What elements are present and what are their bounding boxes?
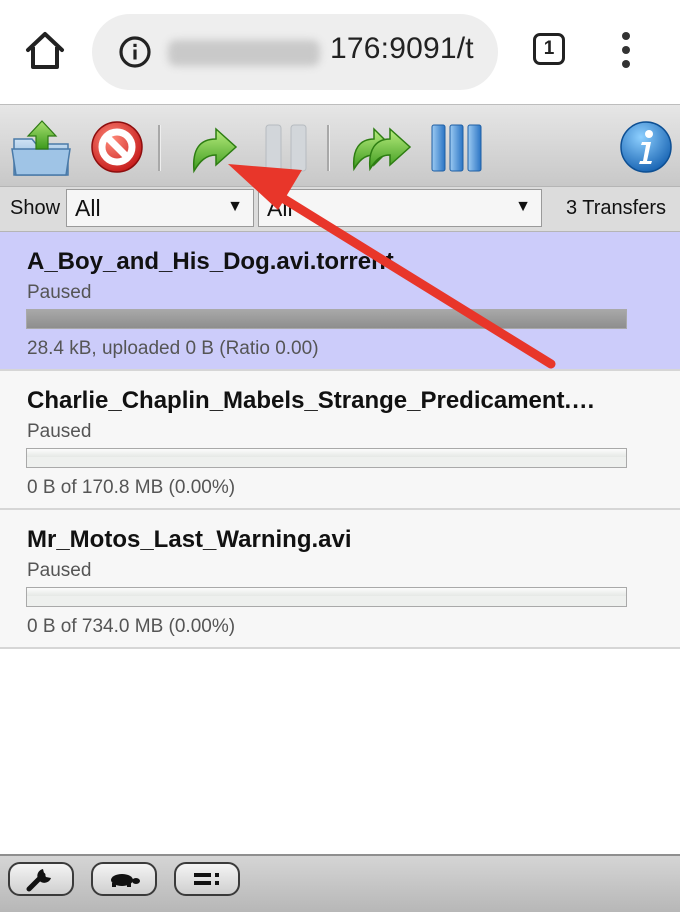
home-icon[interactable]: [22, 28, 68, 74]
compact-view-icon: [194, 873, 219, 885]
tracker-filter-value: All: [267, 195, 293, 221]
torrent-row[interactable]: Charlie_Chaplin_Mabels_Strange_Predicame…: [0, 371, 680, 510]
settings-button[interactable]: [8, 862, 74, 896]
torrent-status: Paused: [27, 560, 92, 581]
torrent-name: A_Boy_and_His_Dog.avi.torrent: [27, 248, 394, 275]
pause-icon[interactable]: [262, 119, 312, 175]
address-bar[interactable]: 176:9091/t: [92, 14, 498, 90]
torrent-progress-details: 28.4 kB, uploaded 0 B (Ratio 0.00): [27, 338, 319, 359]
settings-wrench-icon: [26, 869, 51, 892]
resume-all-icon[interactable]: [348, 119, 414, 175]
pause-all-icon[interactable]: [428, 119, 486, 175]
toolbar-separator: [158, 125, 161, 171]
progress-bar: [26, 448, 627, 468]
progress-fill: [27, 310, 626, 328]
turtle-speed-icon: [111, 874, 140, 887]
filter-bar: Show All ▼ All ▼ 3 Transfers: [0, 186, 680, 232]
status-filter-value: All: [75, 195, 101, 221]
browser-top-bar: 176:9091/t 1: [0, 0, 680, 104]
progress-bar: [26, 309, 627, 329]
tab-switcher-button[interactable]: 1: [533, 33, 565, 65]
dropdown-caret-icon: ▼: [227, 198, 243, 215]
torrent-name: Mr_Motos_Last_Warning.avi: [27, 526, 352, 553]
show-label: Show: [10, 197, 61, 219]
more-vert-icon[interactable]: [613, 32, 639, 72]
compact-view-button[interactable]: [174, 862, 240, 896]
torrent-status: Paused: [27, 421, 92, 442]
torrent-name: Charlie_Chaplin_Mabels_Strange_Predicame…: [27, 387, 596, 414]
torrent-progress-details: 0 B of 734.0 MB (0.00%): [27, 616, 236, 637]
info-icon[interactable]: [118, 35, 152, 69]
inspector-icon[interactable]: [618, 119, 674, 175]
remove-torrent-icon[interactable]: [90, 119, 144, 175]
torrent-list: A_Boy_and_His_Dog.avi.torrent Paused 28.…: [0, 232, 680, 649]
blurred-ip-address: [168, 40, 320, 66]
toolbar: [0, 104, 680, 186]
progress-bar: [26, 587, 627, 607]
open-torrent-icon[interactable]: [10, 119, 74, 179]
toolbar-separator: [327, 125, 330, 171]
torrent-status: Paused: [27, 282, 92, 303]
torrent-progress-details: 0 B of 170.8 MB (0.00%): [27, 477, 236, 498]
torrent-row[interactable]: A_Boy_and_His_Dog.avi.torrent Paused 28.…: [0, 232, 680, 371]
status-filter-select[interactable]: All ▼: [66, 189, 254, 227]
resume-icon[interactable]: [186, 119, 240, 175]
speed-limit-button[interactable]: [91, 862, 157, 896]
bottom-toolbar: [0, 854, 680, 912]
transfers-count: 3 Transfers: [565, 197, 666, 219]
url-text[interactable]: 176:9091/t: [330, 32, 474, 66]
tracker-filter-select[interactable]: All ▼: [258, 189, 542, 227]
torrent-row[interactable]: Mr_Motos_Last_Warning.avi Paused 0 B of …: [0, 510, 680, 649]
dropdown-caret-icon: ▼: [515, 198, 531, 215]
